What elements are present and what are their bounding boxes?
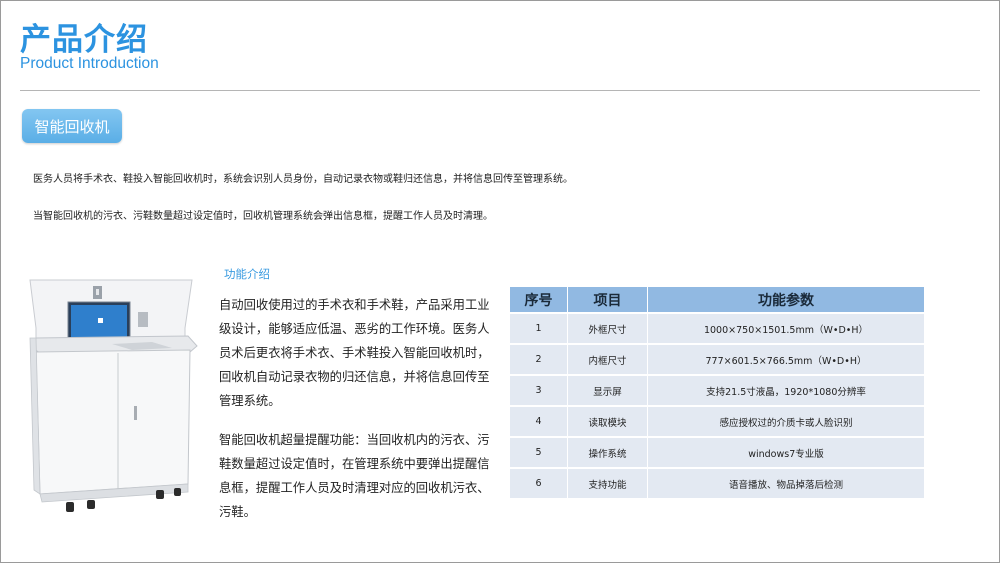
- table-row: 3 显示屏 支持21.5寸液晶，1920*1080分辨率: [510, 376, 924, 405]
- cell-item: 支持功能: [568, 469, 648, 498]
- column-header-item: 项目: [568, 287, 648, 312]
- page-subtitle: Product Introduction: [20, 55, 159, 72]
- table-row: 4 读取模块 感应授权过的介质卡或人脸识别: [510, 407, 924, 436]
- cell-item: 操作系统: [568, 438, 648, 467]
- cell-item: 外框尺寸: [568, 314, 648, 343]
- page-title: 产品介绍: [20, 22, 148, 58]
- table-row: 5 操作系统 windows7专业版: [510, 438, 924, 467]
- cell-index: 6: [510, 469, 568, 498]
- cell-params: 777×601.5×766.5mm（W•D•H）: [648, 345, 924, 374]
- cell-index: 4: [510, 407, 568, 436]
- cell-params: 感应授权过的介质卡或人脸识别: [648, 407, 924, 436]
- features-paragraph-2: 智能回收机超量提醒功能：当回收机内的污衣、污鞋数量超过设定值时，在管理系统中要弹…: [219, 433, 490, 519]
- cell-index: 1: [510, 314, 568, 343]
- cell-item: 显示屏: [568, 376, 648, 405]
- table-row: 2 内框尺寸 777×601.5×766.5mm（W•D•H）: [510, 345, 924, 374]
- section-button-smart-recycler[interactable]: 智能回收机: [22, 109, 122, 143]
- spec-table-header-row: 序号 项目 功能参数: [510, 287, 924, 312]
- cell-params: 支持21.5寸液晶，1920*1080分辨率: [648, 376, 924, 405]
- features-paragraph-1: 自动回收使用过的手术衣和手术鞋，产品采用工业级设计，能够适应低温、恶劣的工作环境…: [219, 298, 490, 408]
- spec-table: 序号 项目 功能参数 1 外框尺寸 1000×750×1501.5mm（W•D•…: [510, 285, 924, 500]
- features-title: 功能介绍: [224, 267, 270, 281]
- cell-index: 2: [510, 345, 568, 374]
- recycling-machine-image: [29, 279, 198, 512]
- cell-params: 语音播放、物品掉落后检测: [648, 469, 924, 498]
- header-divider: [20, 90, 980, 91]
- column-header-params: 功能参数: [648, 287, 924, 312]
- column-header-index: 序号: [510, 287, 568, 312]
- cell-params: 1000×750×1501.5mm（W•D•H）: [648, 314, 924, 343]
- cell-params: windows7专业版: [648, 438, 924, 467]
- cell-item: 读取模块: [568, 407, 648, 436]
- cell-index: 5: [510, 438, 568, 467]
- cell-index: 3: [510, 376, 568, 405]
- table-row: 1 外框尺寸 1000×750×1501.5mm（W•D•H）: [510, 314, 924, 343]
- intro-line-2: 当智能回收机的污衣、污鞋数量超过设定值时，回收机管理系统会弹出信息框，提醒工作人…: [33, 211, 493, 222]
- table-row: 6 支持功能 语音播放、物品掉落后检测: [510, 469, 924, 498]
- intro-line-1: 医务人员将手术衣、鞋投入智能回收机时，系统会识别人员身份，自动记录衣物或鞋归还信…: [33, 174, 573, 185]
- cell-item: 内框尺寸: [568, 345, 648, 374]
